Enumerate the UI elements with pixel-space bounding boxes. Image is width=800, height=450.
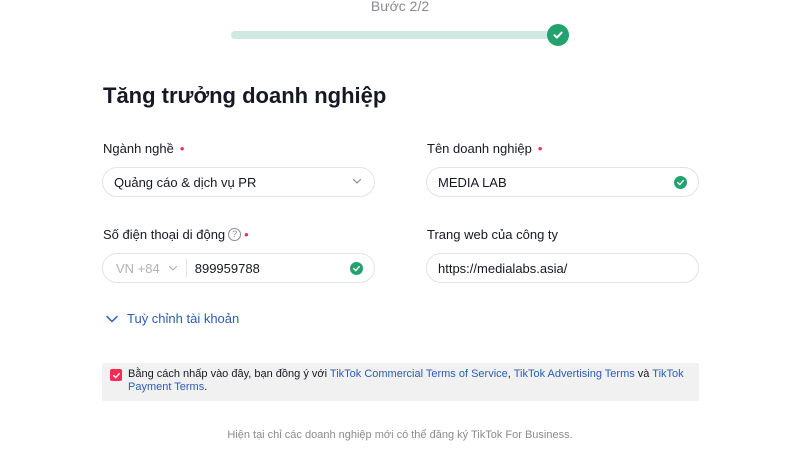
chevron-down-icon[interactable] (168, 263, 178, 273)
check-circle-icon (674, 176, 687, 189)
page-title: Tăng trưởng doanh nghiệp (103, 83, 387, 108)
business-name-label-text: Tên doanh nghiệp (427, 141, 532, 156)
phone-label: Số điện thoại di động ? • (103, 227, 249, 242)
help-icon[interactable]: ? (228, 228, 242, 241)
advertising-terms-link[interactable]: TikTok Advertising Terms (514, 368, 635, 380)
footer-note: Hiện tại chỉ các doanh nghiệp mới có thể… (227, 429, 573, 441)
industry-label: Ngành nghề • (103, 141, 184, 156)
customize-account-label: Tuỳ chỉnh tài khoản (127, 311, 240, 326)
terms-text-before: Bằng cách nhấp vào đây, bạn đồng ý với (128, 368, 330, 380)
divider (185, 259, 187, 277)
phone-label-text: Số điện thoại di động (103, 227, 226, 242)
required-mark: • (244, 227, 249, 242)
business-name-field[interactable]: MEDIA LAB (426, 167, 699, 197)
phone-field[interactable]: VN +84 899959788 (102, 253, 375, 283)
phone-input[interactable]: 899959788 (195, 261, 260, 276)
step-complete-icon (547, 24, 569, 46)
website-value: https://medialabs.asia/ (438, 260, 568, 276)
country-code-select[interactable]: VN +84 (116, 261, 160, 276)
chevron-down-icon (106, 315, 118, 322)
terms-text: Bằng cách nhấp vào đây, bạn đồng ý với T… (128, 368, 688, 394)
required-mark: • (537, 141, 543, 156)
terms-separator: và (634, 368, 653, 380)
website-label: Trang web của công ty (427, 227, 558, 242)
business-name-value: MEDIA LAB (438, 174, 507, 190)
industry-value: Quảng cáo & dịch vụ PR (114, 174, 257, 190)
progress-bar (231, 31, 561, 39)
terms-consent: Bằng cách nhấp vào đây, bạn đồng ý với T… (102, 363, 699, 401)
terms-checkbox[interactable] (110, 369, 122, 381)
industry-label-text: Ngành nghề (103, 141, 174, 156)
commercial-terms-link[interactable]: TikTok Commercial Terms of Service (330, 368, 508, 380)
website-field[interactable]: https://medialabs.asia/ (426, 253, 699, 283)
chevron-down-icon (352, 178, 362, 184)
business-name-label: Tên doanh nghiệp • (427, 141, 542, 156)
industry-select[interactable]: Quảng cáo & dịch vụ PR (102, 167, 375, 197)
checkbox-checked-icon (112, 372, 120, 378)
website-label-text: Trang web của công ty (427, 227, 559, 242)
check-circle-icon (350, 262, 363, 275)
step-indicator: Bước 2/2 (370, 0, 430, 14)
signup-page: Bước 2/2 Tăng trưởng doanh nghiệp Ngành … (0, 0, 800, 450)
customize-account-toggle[interactable]: Tuỳ chỉnh tài khoản (105, 311, 239, 326)
required-mark: • (179, 141, 185, 156)
terms-text-after: . (204, 381, 208, 393)
